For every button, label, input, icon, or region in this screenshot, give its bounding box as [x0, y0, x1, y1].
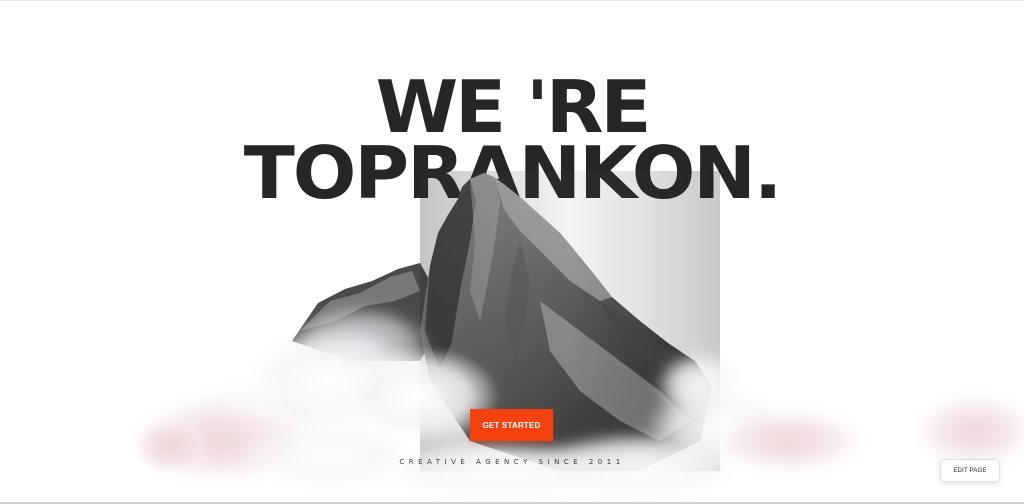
hero-section: WE 'RE TOPRANKON. GET STARTED CREATIVE A…: [0, 0, 1024, 504]
get-started-button[interactable]: GET STARTED: [470, 409, 553, 441]
tagline: CREATIVE AGENCY SINCE 2011: [399, 458, 625, 466]
edit-page-button[interactable]: EDIT PAGE: [940, 459, 1000, 482]
